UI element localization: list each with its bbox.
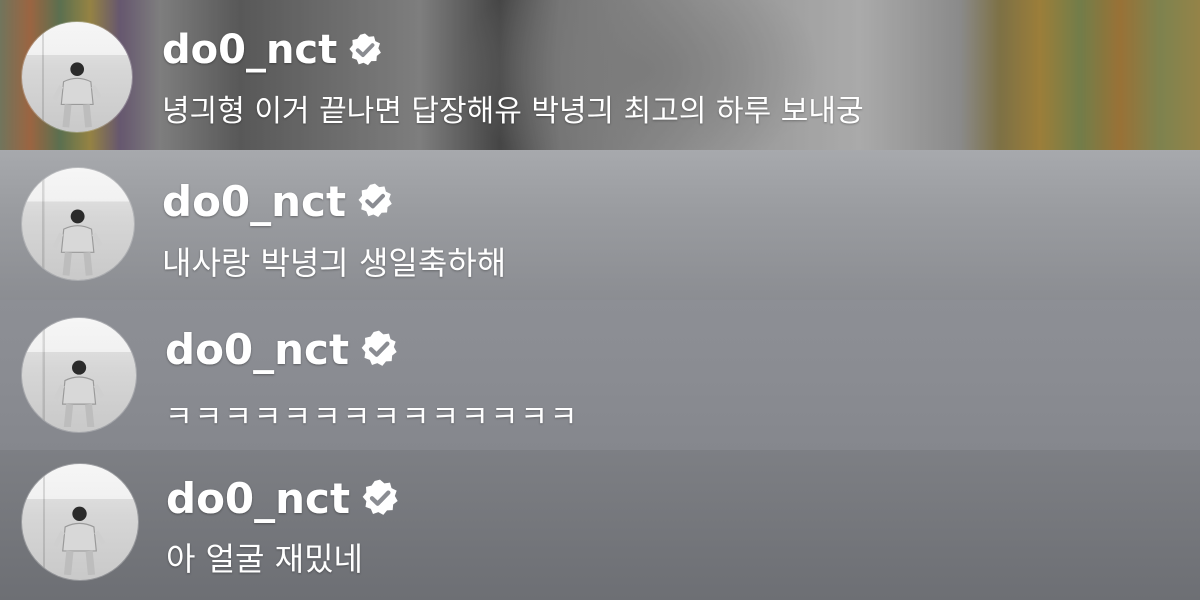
comment-body: do0_nct 녕긔형 이거 끝나면 답장해유 박녕긔 최고의 하루 보내궁 bbox=[162, 26, 864, 130]
comment-body: do0_nct 아 얼굴 재밌네 bbox=[166, 472, 400, 580]
username-row: do0_nct bbox=[165, 324, 579, 374]
comment-text: 아 얼굴 재밌네 bbox=[166, 540, 363, 578]
person-figure-icon bbox=[53, 360, 105, 428]
comment-text: ㅋㅋㅋㅋㅋㅋㅋㅋㅋㅋㅋㅋㅋㅋ bbox=[165, 400, 580, 435]
username[interactable]: do0_nct bbox=[166, 474, 350, 523]
comment-body: do0_nct ㅋㅋㅋㅋㅋㅋㅋㅋㅋㅋㅋㅋㅋㅋ bbox=[165, 324, 579, 436]
username[interactable]: do0_nct bbox=[162, 27, 337, 73]
avatar[interactable] bbox=[22, 318, 136, 432]
verified-badge-icon bbox=[362, 479, 398, 515]
person-figure-icon bbox=[52, 62, 102, 128]
comment-body: do0_nct 내사랑 박녕긔 생일축하해 bbox=[162, 176, 506, 284]
verified-badge-icon bbox=[349, 33, 382, 66]
username[interactable]: do0_nct bbox=[162, 177, 346, 226]
avatar[interactable] bbox=[22, 22, 132, 132]
verified-badge-icon bbox=[361, 330, 397, 366]
comment-strip-3: do0_nct ㅋㅋㅋㅋㅋㅋㅋㅋㅋㅋㅋㅋㅋㅋ bbox=[0, 300, 1200, 450]
username-row: do0_nct bbox=[162, 176, 506, 226]
username-row: do0_nct bbox=[166, 472, 400, 524]
comment-strip-1: do0_nct 녕긔형 이거 끝나면 답장해유 박녕긔 최고의 하루 보내궁 bbox=[0, 0, 1200, 150]
person-figure-icon bbox=[53, 209, 103, 276]
username-row: do0_nct bbox=[162, 26, 864, 74]
comment-text: 녕긔형 이거 끝나면 답장해유 박녕긔 최고의 하루 보내궁 bbox=[162, 94, 864, 129]
verified-badge-icon bbox=[358, 183, 392, 217]
avatar[interactable] bbox=[22, 168, 134, 280]
avatar[interactable] bbox=[22, 464, 138, 580]
person-figure-icon bbox=[54, 507, 106, 576]
username[interactable]: do0_nct bbox=[165, 325, 349, 374]
comment-strip-2: do0_nct 내사랑 박녕긔 생일축하해 bbox=[0, 150, 1200, 300]
comment-strip-4: do0_nct 아 얼굴 재밌네 bbox=[0, 450, 1200, 600]
comment-text: 내사랑 박녕긔 생일축하해 bbox=[162, 244, 507, 282]
